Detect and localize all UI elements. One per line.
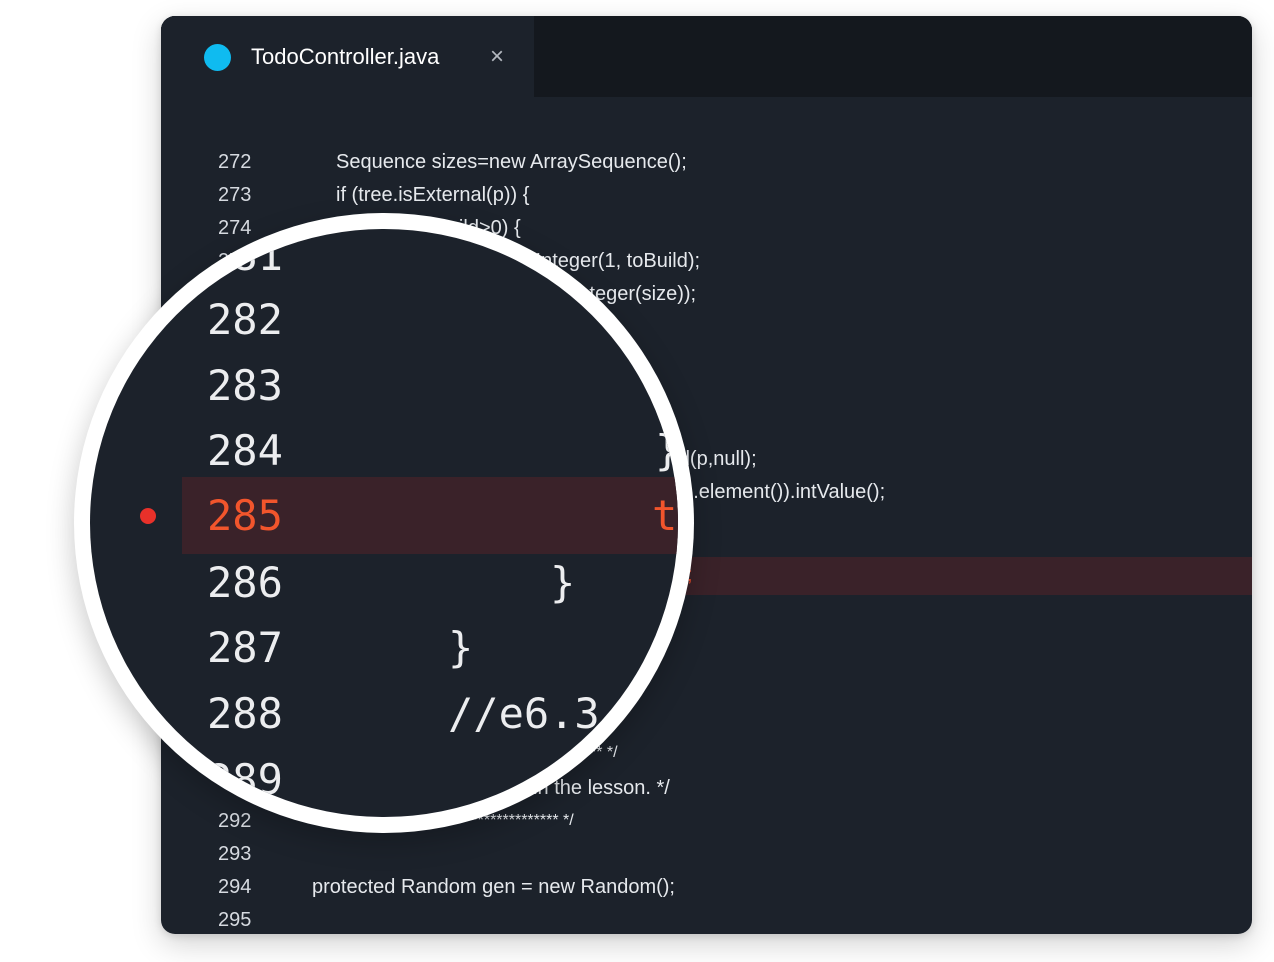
breakpoint-line-highlight <box>681 557 1252 595</box>
tab-bar: TodoController.java × <box>161 16 1252 97</box>
magnified-line-number: 289 <box>207 755 283 804</box>
magnified-code: } <box>655 426 678 475</box>
magnifier-lens: 281 282 283 284 } 285 t 286 } 287 } 288 … <box>90 229 678 817</box>
line-number: 292 <box>218 810 252 832</box>
line-number: 273 <box>218 184 252 206</box>
line-number: 295 <box>218 909 252 931</box>
magnified-line-number: 281 <box>207 231 283 280</box>
magnified-line-number: 282 <box>207 295 283 344</box>
breakpoint-dot-icon[interactable] <box>140 508 156 524</box>
magnified-line-number: 283 <box>207 361 283 410</box>
magnified-code: } <box>448 623 474 672</box>
magnified-code: } <box>550 558 576 607</box>
file-status-dot-icon <box>204 44 231 71</box>
magnified-code: //e6.3 <box>448 689 600 738</box>
magnified-line-number: 286 <box>207 558 283 607</box>
line-number: 294 <box>218 876 252 898</box>
tab-title: TodoController.java <box>251 44 440 69</box>
code-line: Sequence sizes=new ArraySequence(); <box>336 151 687 173</box>
magnified-line-number: 284 <box>207 426 283 475</box>
line-number: 293 <box>218 843 252 865</box>
close-icon[interactable]: × <box>482 42 512 72</box>
magnified-code-active: t <box>652 491 678 540</box>
magnified-line-number: 287 <box>207 623 283 672</box>
line-number: 272 <box>218 151 252 173</box>
tab-todocontroller[interactable]: TodoController.java × <box>161 16 534 97</box>
magnified-line-number: 288 <box>207 689 283 738</box>
code-line: if (tree.isExternal(p)) { <box>336 184 530 206</box>
magnified-line-number-active: 285 <box>207 491 283 540</box>
code-line: protected Random gen = new Random(); <box>312 876 675 898</box>
